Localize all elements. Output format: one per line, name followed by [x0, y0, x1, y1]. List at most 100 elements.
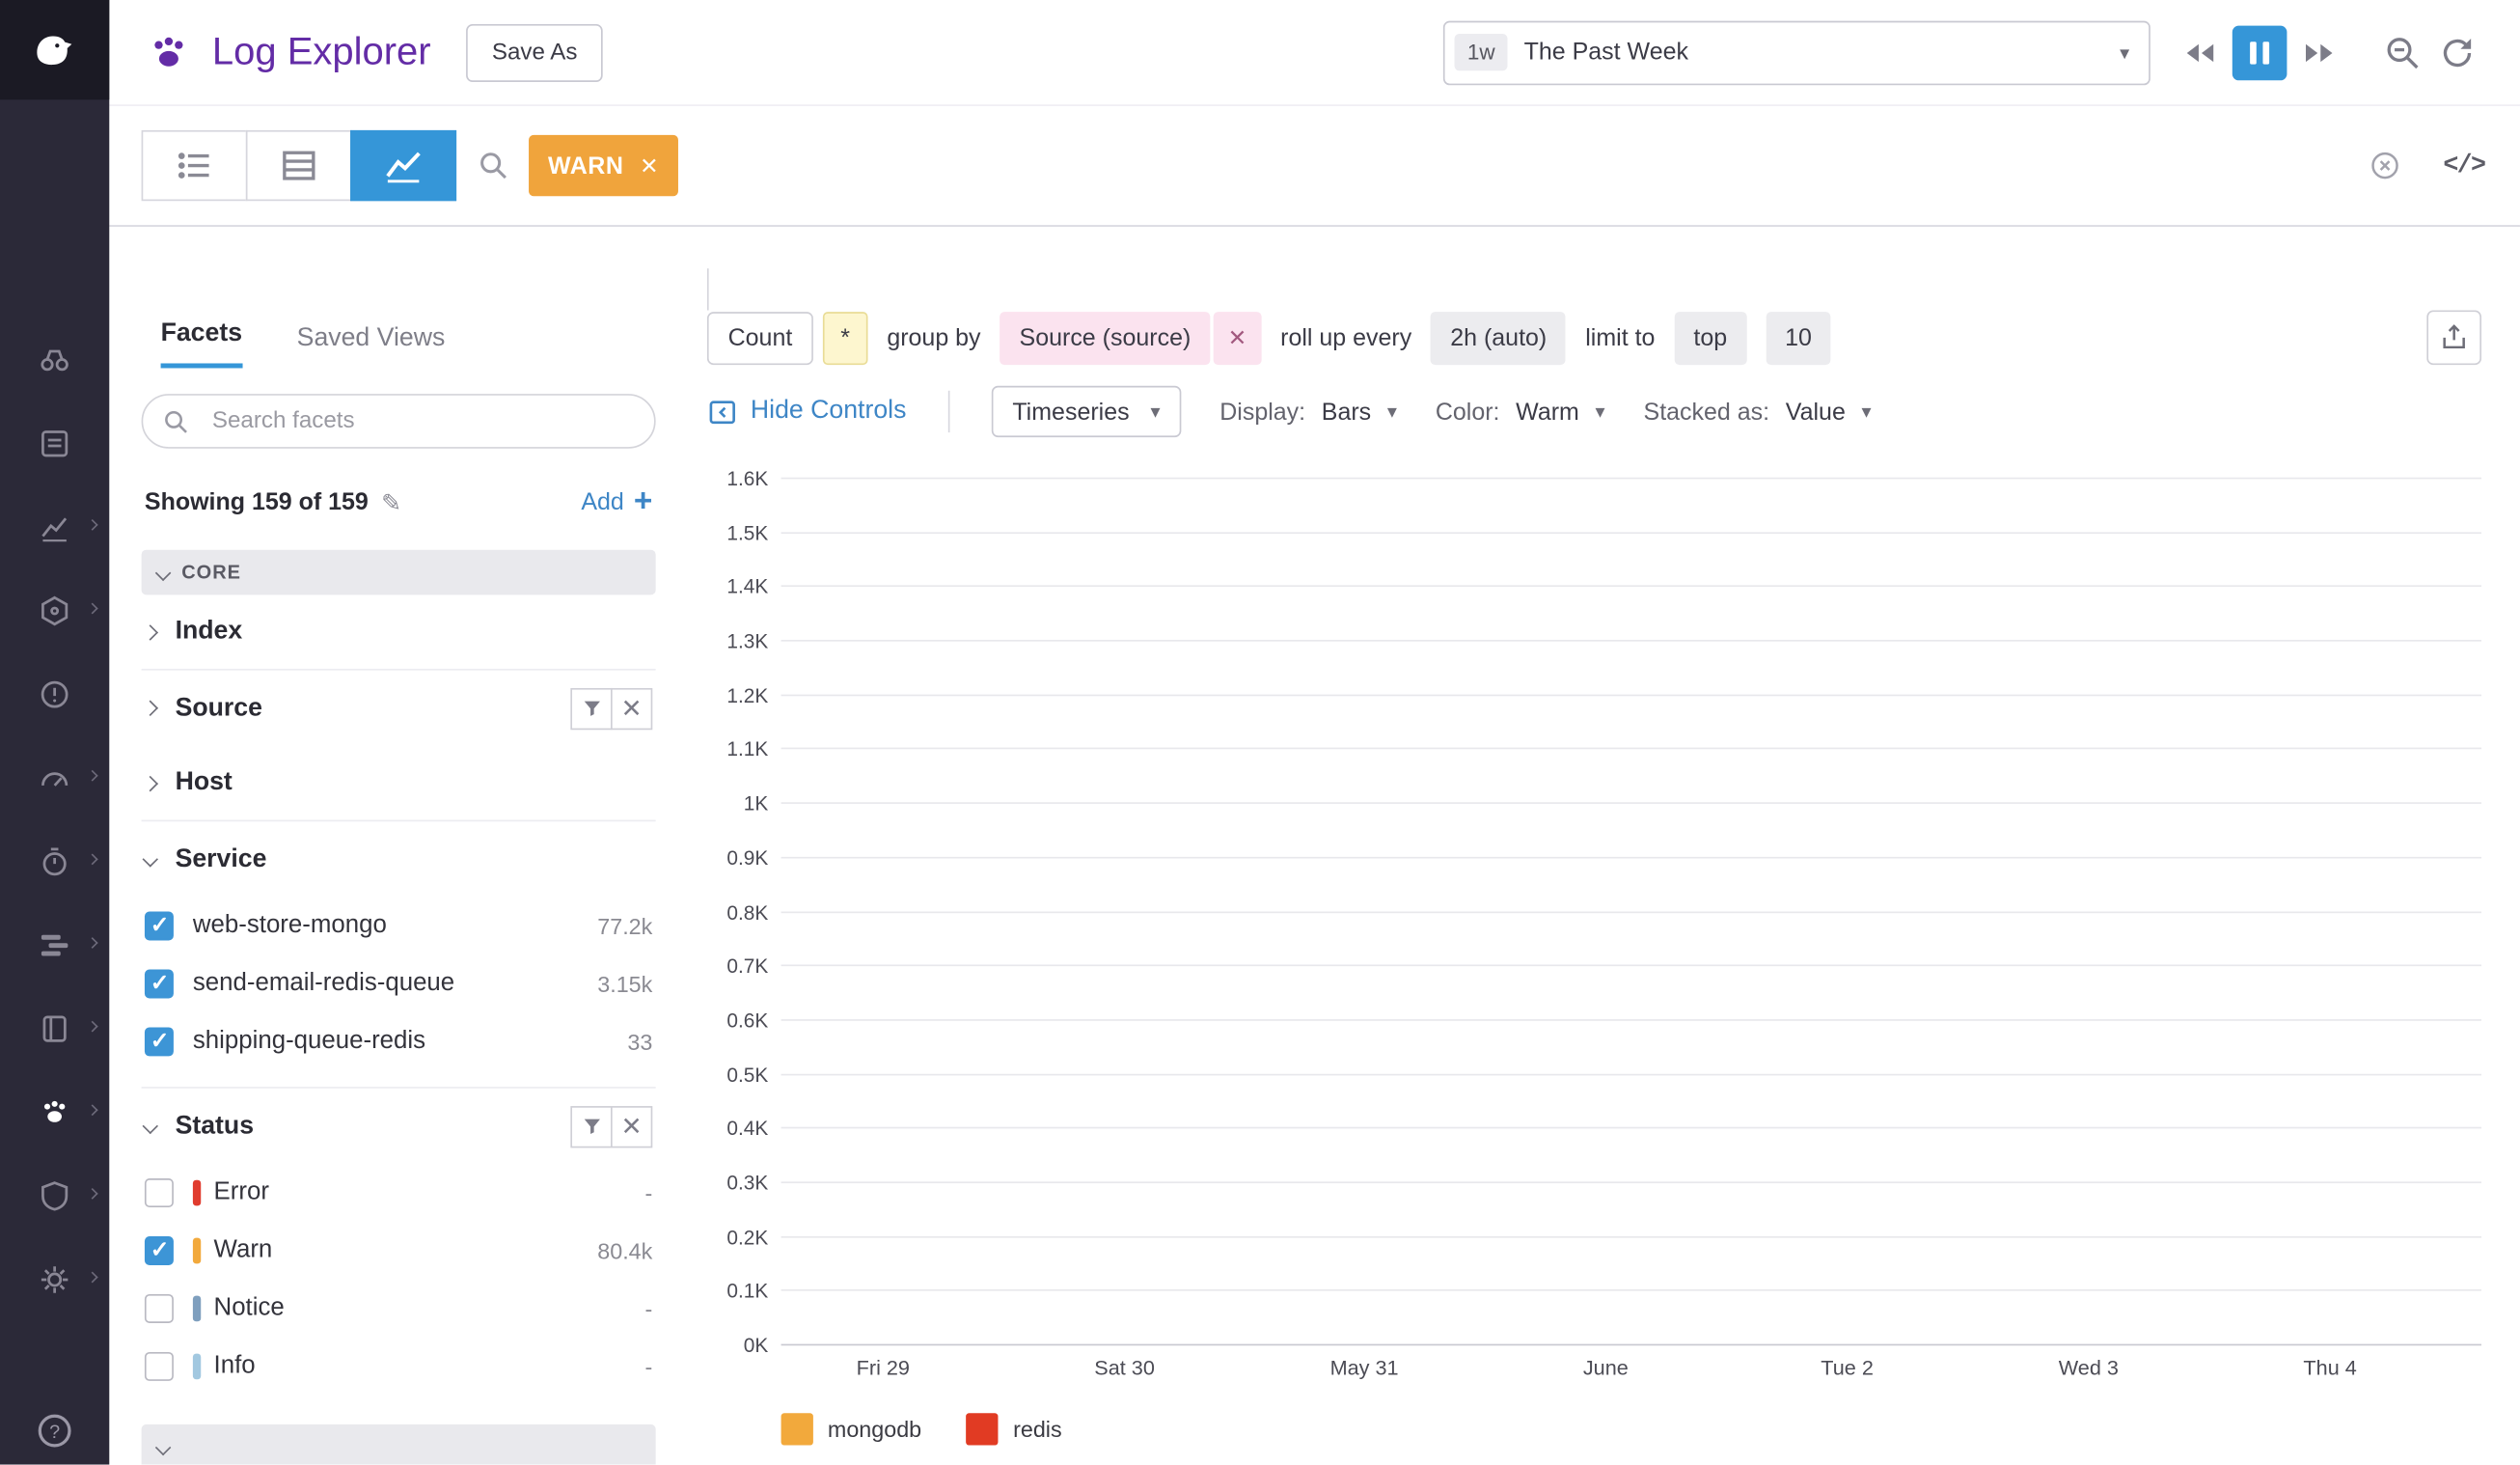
facet-value-error[interactable]: Error - — [142, 1164, 656, 1222]
export-button[interactable] — [2426, 310, 2481, 365]
x-axis-label: June — [1583, 1355, 1629, 1379]
facet-value-count: 33 — [627, 1029, 652, 1055]
facet-source[interactable]: Source ✕ — [142, 671, 656, 746]
facet-service[interactable]: Service — [142, 821, 656, 897]
legend-swatch — [967, 1413, 999, 1445]
checkbox[interactable] — [145, 1294, 174, 1323]
facet-value-count: - — [645, 1354, 653, 1380]
facet-value-send-email-redis-queue[interactable]: send-email-redis-queue 3.15k — [142, 954, 656, 1012]
time-range-select[interactable]: 1w The Past Week ▾ — [1443, 20, 2150, 85]
chevron-right-icon — [87, 1272, 98, 1284]
remove-group-by-icon[interactable]: ✕ — [1214, 311, 1262, 364]
add-facet-button[interactable]: Add+ — [581, 484, 652, 520]
search-input[interactable]: WARN ✕ — [454, 130, 2417, 201]
x-axis-label: May 31 — [1330, 1355, 1399, 1379]
rollup-value-pill[interactable]: 2h (auto) — [1431, 311, 1566, 364]
settings-icon[interactable] — [32, 1258, 77, 1303]
rollup-label: roll up every — [1280, 324, 1411, 351]
zoom-out-button[interactable] — [2375, 25, 2430, 80]
facet-value-info[interactable]: Info - — [142, 1338, 656, 1396]
checkbox[interactable] — [145, 969, 174, 998]
chevron-right-icon — [87, 1104, 98, 1116]
stacked-as-label: Stacked as: — [1644, 398, 1770, 425]
page-title: Log Explorer — [212, 30, 431, 75]
facets-tabs: Facets Saved Views — [142, 319, 656, 368]
help-icon[interactable]: ? — [34, 1410, 75, 1451]
limit-direction-pill[interactable]: top — [1674, 311, 1746, 364]
facet-value-web-store-mongo[interactable]: web-store-mongo 77.2k — [142, 898, 656, 955]
chart-view-button[interactable] — [350, 130, 456, 201]
top-header: Log Explorer Save As 1w The Past Week ▾ — [109, 0, 2520, 106]
facet-search-input[interactable] — [209, 406, 635, 435]
watchdog-icon[interactable] — [32, 338, 77, 383]
facet-status[interactable]: Status ✕ — [142, 1089, 656, 1164]
pause-icon — [2250, 41, 2269, 63]
chart-plot[interactable] — [781, 479, 2481, 1345]
datadog-logo[interactable] — [0, 0, 109, 99]
hide-controls-link[interactable]: Hide Controls — [707, 397, 906, 428]
facet-host[interactable]: Host — [142, 746, 656, 821]
edit-icon[interactable]: ✎ — [381, 488, 401, 517]
pause-button[interactable] — [2232, 25, 2287, 80]
events-icon[interactable] — [32, 421, 77, 466]
tab-saved-views[interactable]: Saved Views — [297, 324, 446, 368]
clear-filter-icon[interactable]: ✕ — [611, 687, 652, 729]
close-icon[interactable]: ✕ — [640, 152, 659, 179]
checkbox[interactable] — [145, 912, 174, 941]
chevron-right-icon — [87, 853, 98, 865]
svg-text:?: ? — [49, 1422, 60, 1443]
visualization-select[interactable]: Timeseries▾ — [992, 386, 1182, 437]
code-view-icon[interactable]: </> — [2443, 152, 2484, 180]
rewind-button[interactable] — [2173, 25, 2228, 80]
warn-filter-tag[interactable]: WARN ✕ — [529, 135, 678, 196]
chevron-right-icon — [87, 519, 98, 531]
limit-count-pill[interactable]: 10 — [1766, 311, 1831, 364]
checkbox[interactable] — [145, 1236, 174, 1265]
metrics-icon[interactable] — [32, 505, 77, 550]
legend-item-redis[interactable]: redis — [967, 1413, 1062, 1445]
apm-icon[interactable] — [32, 840, 77, 885]
facet-index[interactable]: Index — [142, 594, 656, 670]
filter-icon[interactable] — [570, 687, 612, 729]
pipelines-icon[interactable] — [32, 923, 77, 968]
group-by-value-pill[interactable]: Source (source) — [1000, 311, 1211, 364]
clear-search-icon[interactable] — [2369, 150, 2401, 181]
clear-filter-icon[interactable]: ✕ — [611, 1105, 652, 1147]
refresh-button[interactable] — [2430, 25, 2485, 80]
notebooks-icon[interactable] — [32, 1007, 77, 1052]
count-pill[interactable]: Count — [707, 311, 813, 364]
y-axis-label: 1.2K — [726, 684, 768, 706]
filter-icon[interactable] — [570, 1105, 612, 1147]
y-axis-label: 0K — [744, 1335, 768, 1357]
facet-search[interactable] — [142, 394, 656, 449]
security-icon[interactable] — [32, 1174, 77, 1219]
logs-icon[interactable] — [32, 1090, 77, 1135]
count-arg-pill[interactable]: * — [823, 311, 867, 364]
save-as-button[interactable]: Save As — [466, 23, 603, 81]
facet-value-notice[interactable]: Notice - — [142, 1280, 656, 1338]
timeseries-chart: 0K0.1K0.2K0.3K0.4K0.5K0.6K0.7K0.8K0.9K1K… — [707, 479, 2481, 1394]
chevron-down-icon — [155, 1439, 171, 1454]
infrastructure-icon[interactable] — [32, 589, 77, 634]
list-view-button[interactable] — [142, 130, 248, 201]
gridline — [781, 1344, 2481, 1346]
facet-value-warn[interactable]: Warn 80.4k — [142, 1222, 656, 1280]
chevron-down-icon — [155, 565, 171, 580]
monitors-icon[interactable] — [32, 672, 77, 717]
legend-item-mongodb[interactable]: mongodb — [781, 1413, 922, 1445]
tab-facets[interactable]: Facets — [161, 319, 242, 368]
display-select[interactable]: Bars▾ — [1322, 398, 1397, 425]
y-axis-label: 0.1K — [726, 1280, 768, 1302]
color-select[interactable]: Warm▾ — [1516, 398, 1604, 425]
checkbox[interactable] — [145, 1178, 174, 1207]
section-header-partial[interactable] — [142, 1424, 656, 1465]
synthetics-icon[interactable] — [32, 756, 77, 801]
chart-x-axis: Fri 29Sat 30May 31JuneTue 2Wed 3Thu 4 — [781, 1355, 2481, 1394]
checkbox[interactable] — [145, 1352, 174, 1381]
table-view-button[interactable] — [246, 130, 352, 201]
fast-forward-button[interactable] — [2291, 25, 2346, 80]
facet-value-shipping-queue-redis[interactable]: shipping-queue-redis 33 — [142, 1012, 656, 1070]
checkbox[interactable] — [145, 1027, 174, 1056]
stacked-as-select[interactable]: Value▾ — [1786, 398, 1872, 425]
section-header-core[interactable]: CORE — [142, 550, 656, 595]
